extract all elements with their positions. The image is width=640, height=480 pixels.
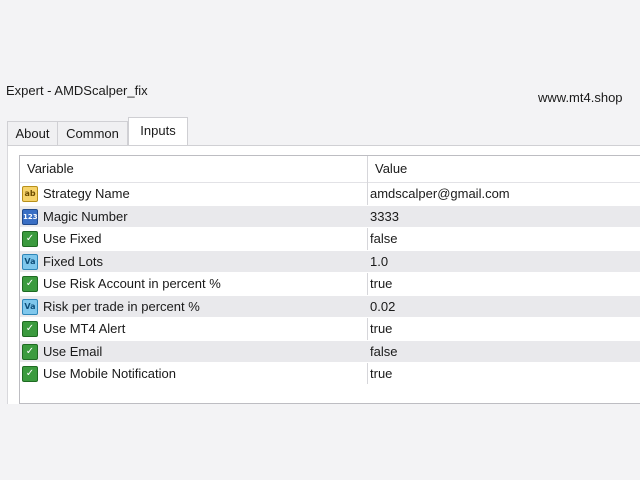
variable-name: Use MT4 Alert [43, 321, 126, 336]
tab-inputs[interactable]: Inputs [128, 117, 188, 145]
table-body: ab Strategy Name amdscalper@gmail.com 123 Ma… [20, 183, 640, 386]
boolean-type-icon: ✓ [22, 366, 38, 382]
boolean-type-icon: ✓ [22, 231, 38, 247]
variable-name: Use Risk Account in percent % [43, 276, 221, 291]
variable-name: Risk per trade in percent % [43, 298, 200, 314]
column-header-variable[interactable]: Variable [27, 156, 74, 182]
variable-value[interactable]: 0.02 [370, 296, 395, 318]
table-row[interactable]: Va Risk per trade in percent % 0.02 [20, 295, 640, 318]
variable-value[interactable]: true [370, 273, 392, 295]
double-type-icon: Va [22, 298, 38, 315]
variable-value[interactable]: true [370, 318, 392, 340]
table-row[interactable]: ✓ Use Fixed false [20, 228, 640, 251]
variable-value[interactable]: true [370, 363, 392, 385]
variable-value[interactable]: amdscalper@gmail.com [370, 183, 510, 205]
window-title: Expert - AMDScalper_fix [6, 83, 148, 98]
variable-name: Use Fixed [43, 231, 102, 246]
boolean-type-icon: ✓ [22, 321, 38, 337]
table-row[interactable]: ✓ Use MT4 Alert true [20, 318, 640, 341]
variable-value[interactable]: false [370, 341, 397, 363]
inputs-table[interactable]: Variable Value ab Strategy Name amdscalper… [19, 155, 640, 404]
column-header-value[interactable]: Value [375, 156, 407, 182]
integer-type-icon: 123 [22, 208, 38, 225]
inputs-panel: Variable Value ab Strategy Name amdscalper… [7, 146, 640, 404]
variable-name: Fixed Lots [43, 253, 103, 269]
expert-properties-window: Expert - AMDScalper_fix www.mt4.shop Abo… [0, 0, 640, 480]
table-header: Variable Value [20, 156, 640, 183]
boolean-type-icon: ✓ [22, 343, 38, 360]
variable-name: Use Mobile Notification [43, 366, 176, 381]
variable-name: Use Email [43, 343, 103, 359]
table-row[interactable]: ✓ Use Email false [20, 340, 640, 363]
table-row[interactable]: ✓ Use Mobile Notification true [20, 363, 640, 386]
variable-value[interactable]: false [370, 228, 397, 250]
variable-name: Strategy Name [43, 186, 130, 201]
watermark-text: www.mt4.shop [538, 90, 623, 105]
boolean-type-icon: ✓ [22, 276, 38, 292]
table-row[interactable]: ab Strategy Name amdscalper@gmail.com [20, 183, 640, 206]
variable-name: Magic Number [43, 208, 128, 224]
table-row[interactable]: ✓ Use Risk Account in percent % true [20, 273, 640, 296]
string-type-icon: ab [22, 186, 38, 202]
table-row[interactable]: 123 Magic Number 3333 [20, 205, 640, 228]
tab-bar: About Common Inputs [7, 117, 640, 145]
variable-value[interactable]: 1.0 [370, 251, 388, 273]
tab-common[interactable]: Common [58, 121, 128, 145]
double-type-icon: Va [22, 253, 38, 270]
table-row[interactable]: Va Fixed Lots 1.0 [20, 250, 640, 273]
variable-value[interactable]: 3333 [370, 206, 399, 228]
tab-about[interactable]: About [7, 121, 58, 145]
